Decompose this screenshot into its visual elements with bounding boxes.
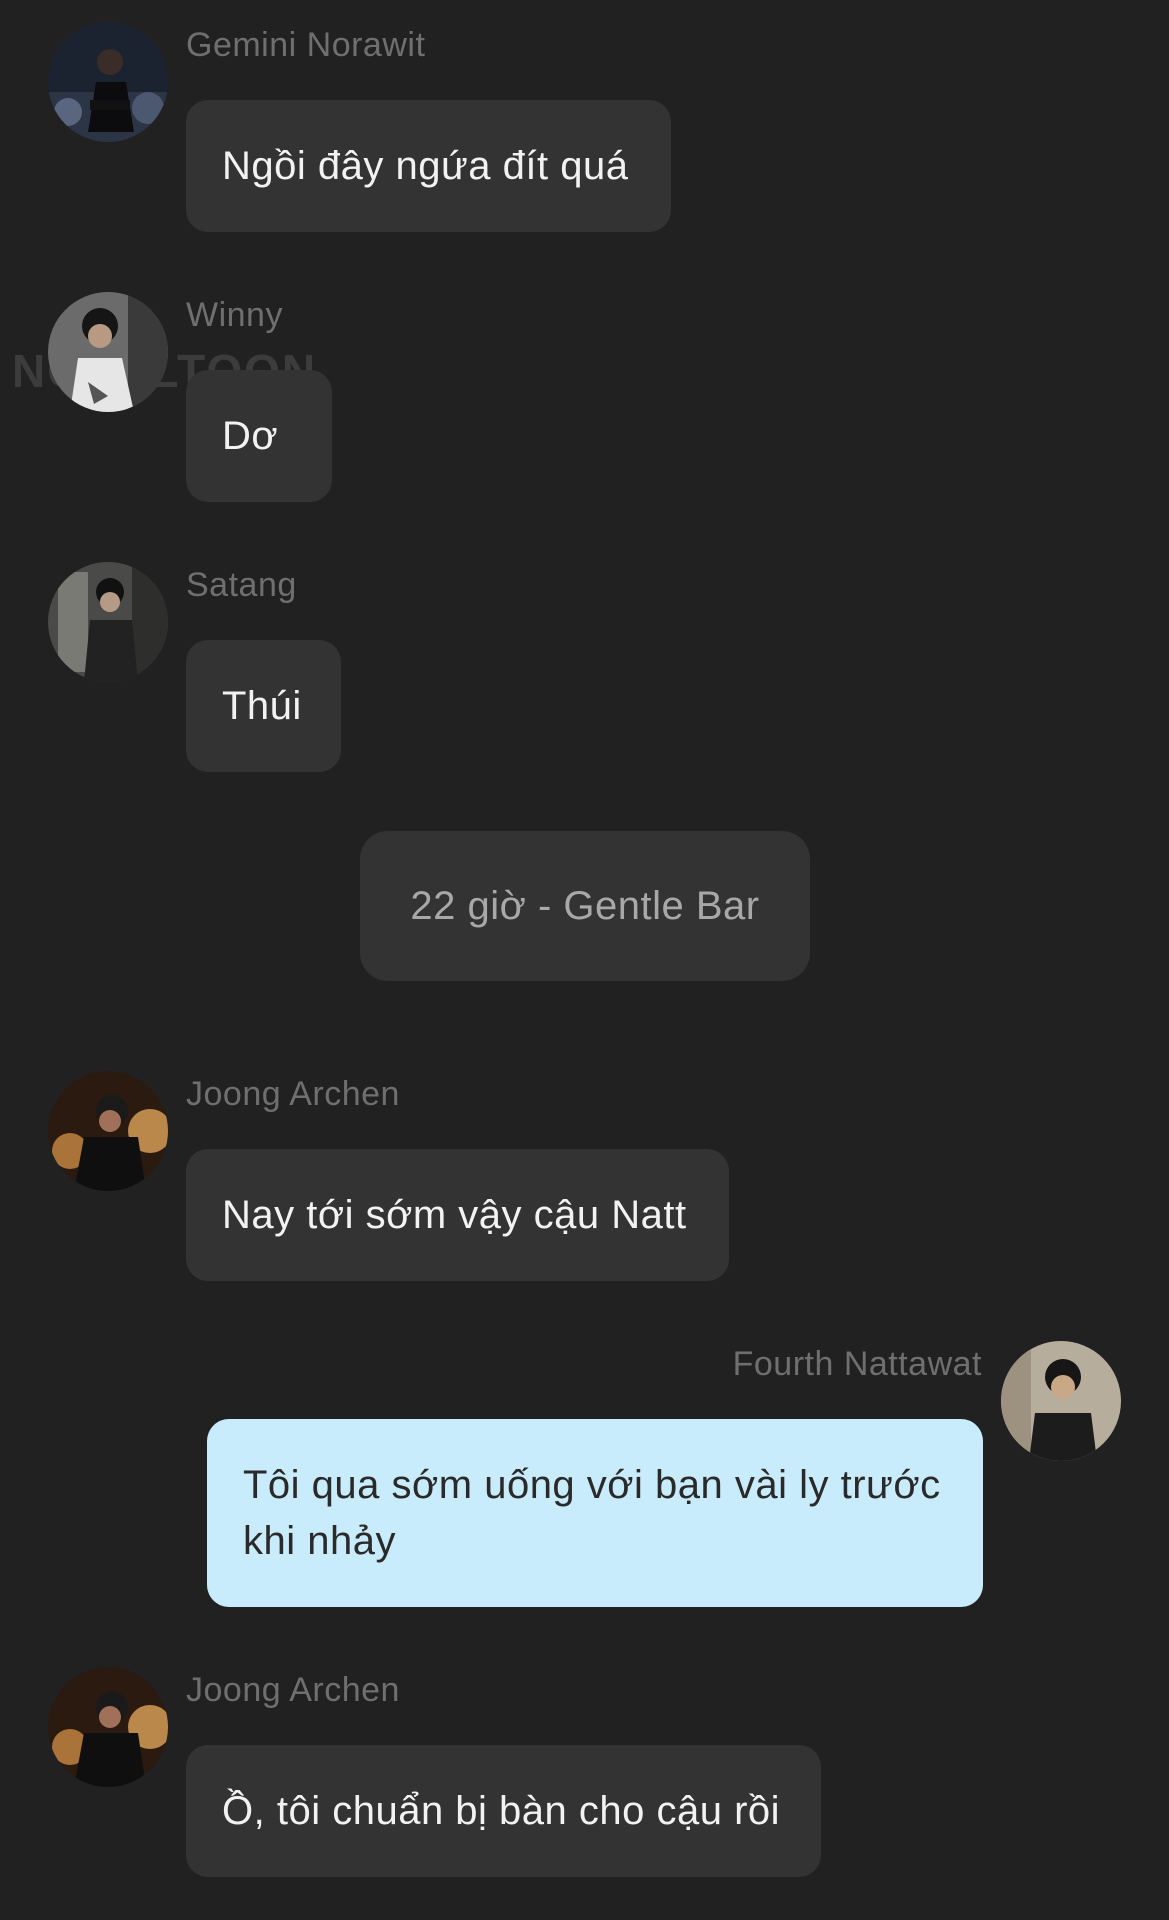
avatar[interactable]: [48, 1667, 168, 1787]
avatar[interactable]: [48, 22, 168, 142]
sender-name: Joong Archen: [186, 1671, 400, 1709]
sender-name: Joong Archen: [186, 1075, 400, 1113]
message-bubble[interactable]: Ồ, tôi chuẩn bị bàn cho cậu rồi: [186, 1745, 821, 1877]
message-bubble[interactable]: Nay tới sớm vậy cậu Natt: [186, 1149, 729, 1281]
sender-name: Gemini Norawit: [186, 26, 426, 64]
avatar[interactable]: [1001, 1341, 1121, 1461]
sender-name: Winny: [186, 296, 283, 334]
avatar[interactable]: [48, 292, 168, 412]
time-location-divider: 22 giờ - Gentle Bar: [360, 831, 810, 981]
sender-name: Fourth Nattawat: [732, 1345, 982, 1383]
message-bubble[interactable]: Dơ: [186, 370, 332, 502]
avatar[interactable]: [48, 562, 168, 682]
sender-name: Satang: [186, 566, 297, 604]
message-bubble[interactable]: Ngồi đây ngứa đít quá: [186, 100, 671, 232]
avatar[interactable]: [48, 1071, 168, 1191]
message-bubble[interactable]: Tôi qua sớm uống với bạn vài ly trước kh…: [207, 1419, 983, 1607]
message-bubble[interactable]: Thúi: [186, 640, 341, 772]
